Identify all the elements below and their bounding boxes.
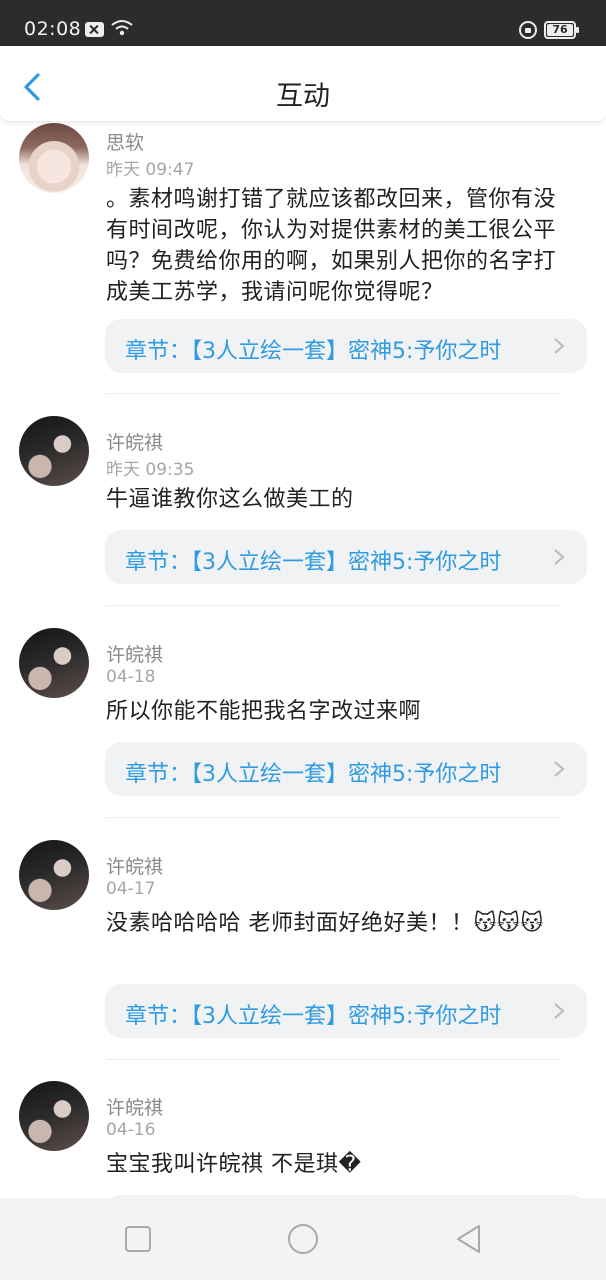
comment-text: 所以你能不能把我名字改过来啊 xyxy=(106,699,422,724)
avatar[interactable] xyxy=(19,1081,89,1151)
comment-time: 昨天 09:35 xyxy=(106,460,195,480)
chapter-label: 章节：【3人立绘一套】密神5:予你之时 xyxy=(125,762,502,787)
comment-username[interactable]: 许皖祺 xyxy=(106,852,163,879)
notification-icon xyxy=(85,22,104,37)
comment-username[interactable]: 许皖祺 xyxy=(106,428,163,455)
page-title: 互动 xyxy=(276,81,330,112)
avatar[interactable] xyxy=(19,840,89,910)
avatar[interactable] xyxy=(19,123,89,193)
comment-username[interactable]: 思软 xyxy=(106,128,144,155)
divider xyxy=(106,605,560,606)
comment-time: 04-16 xyxy=(106,1120,156,1140)
chevron-right-icon xyxy=(554,1003,565,1019)
chapter-link[interactable]: 章节：【3人立绘一套】密神5:予你之时 xyxy=(105,984,587,1038)
chapter-link[interactable]: 章节：【3人立绘一套】密神5:予你之时 xyxy=(105,530,587,584)
avatar[interactable] xyxy=(19,628,89,698)
status-time: 02:08 xyxy=(24,18,82,40)
chevron-right-icon xyxy=(554,338,565,354)
triangle-back-icon[interactable] xyxy=(452,1222,486,1256)
divider xyxy=(106,1059,560,1060)
chapter-link[interactable]: 章节：【3人立绘一套】密神5:予你之时 xyxy=(105,319,587,373)
chevron-right-icon xyxy=(554,549,565,565)
comment-username[interactable]: 许皖祺 xyxy=(106,640,163,667)
comment-text: 宝宝我叫许皖祺 不是琪� xyxy=(106,1152,362,1177)
status-bar: 02:08 76 xyxy=(0,0,606,46)
battery-percent: 76 xyxy=(552,23,568,36)
comment-text: 。素材鸣谢打错了就应该都改回来，管你有没有时间改呢，你认为对提供素材的美工很公平… xyxy=(106,187,557,305)
battery-icon: 76 xyxy=(544,21,579,39)
comment-time: 04-18 xyxy=(106,667,156,687)
comment-time: 04-17 xyxy=(106,879,156,899)
comment-time: 昨天 09:47 xyxy=(106,160,195,180)
avatar[interactable] xyxy=(19,416,89,486)
square-recents-icon[interactable] xyxy=(121,1222,155,1256)
comment-text: 牛逼谁教你这么做美工的 xyxy=(106,487,354,512)
chapter-link[interactable]: 章节：【3人立绘一套】密神5:予你之时 xyxy=(105,742,587,796)
divider xyxy=(106,817,560,818)
circle-home-icon[interactable] xyxy=(286,1222,320,1256)
chapter-label: 章节：【3人立绘一套】密神5:予你之时 xyxy=(125,1004,502,1029)
comment-list[interactable]: 思软 昨天 09:47 。素材鸣谢打错了就应该都改回来，管你有没有时间改呢，你认… xyxy=(0,122,606,1198)
comment-username[interactable]: 许皖祺 xyxy=(106,1093,163,1120)
chevron-right-icon xyxy=(554,761,565,777)
comment-text: 没素哈哈哈哈 老师封面好绝好美！！😽😽😽 xyxy=(106,911,544,936)
app-header: 互动 xyxy=(0,46,606,122)
chapter-label: 章节：【3人立绘一套】密神5:予你之时 xyxy=(125,339,502,364)
wifi-icon xyxy=(111,20,133,36)
divider xyxy=(106,393,560,394)
system-nav-bar xyxy=(0,1198,606,1280)
lock-rotation-icon xyxy=(519,21,537,39)
chapter-label: 章节：【3人立绘一套】密神5:予你之时 xyxy=(125,550,502,575)
